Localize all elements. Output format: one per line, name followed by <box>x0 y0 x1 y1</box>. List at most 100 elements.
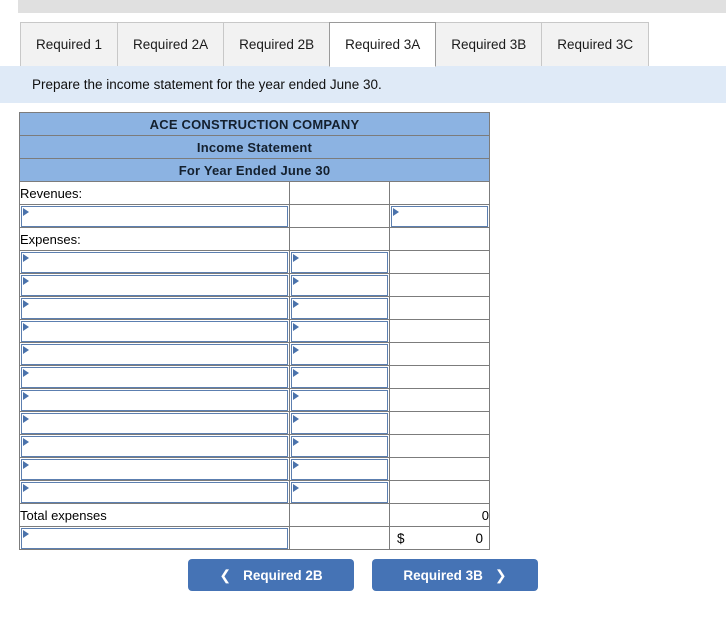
tab-label: Required 3A <box>345 37 421 52</box>
revenue-account-input-1[interactable] <box>21 205 288 227</box>
chevron-right-icon: ❯ <box>494 566 507 583</box>
expense-account-cell-8 <box>19 411 290 435</box>
expense-amount-input-9[interactable] <box>291 435 388 457</box>
expense-col3-cell-10 <box>388 457 491 481</box>
statement-period-cell: For Year Ended June 30 <box>18 158 491 182</box>
expense-account-input-10[interactable] <box>21 458 288 480</box>
net-income-value-cell: $ 0 <box>388 526 491 550</box>
expense-account-input-1[interactable] <box>21 251 288 273</box>
expense-amount-input-7[interactable] <box>291 389 388 411</box>
expense-account-cell-11 <box>19 480 290 504</box>
expense-account-input-11[interactable] <box>21 481 288 503</box>
expense-amount-input-4[interactable] <box>291 320 388 342</box>
table-row <box>19 365 491 389</box>
expense-amount-input-1[interactable] <box>291 251 388 273</box>
expense-amount-input-11[interactable] <box>291 481 388 503</box>
expense-account-input-7[interactable] <box>21 389 288 411</box>
top-gray-strip <box>18 0 726 13</box>
revenue-amount-input-1[interactable] <box>391 205 489 227</box>
company-name-cell: ACE CONSTRUCTION COMPANY <box>18 112 491 136</box>
expense-col3-cell-6 <box>388 365 491 389</box>
expense-col3-cell-11 <box>388 480 491 504</box>
tab-bar-filler <box>648 22 726 67</box>
expenses-section-row: Expenses: <box>19 227 491 251</box>
expense-amount-cell-4 <box>289 319 390 343</box>
tab-required-2a[interactable]: Required 2A <box>117 22 225 67</box>
income-statement-table: ACE CONSTRUCTION COMPANY Income Statemen… <box>18 112 491 550</box>
expense-amount-input-10[interactable] <box>291 458 388 480</box>
table-row <box>19 434 491 458</box>
tab-required-2b[interactable]: Required 2B <box>223 22 331 67</box>
revenues-label-cell: Revenues: <box>19 181 290 205</box>
tab-label: Required 1 <box>36 37 103 52</box>
tab-required-3b[interactable]: Required 3B <box>435 22 543 67</box>
tab-required-1[interactable]: Required 1 <box>20 22 119 67</box>
expense-account-input-2[interactable] <box>21 274 288 296</box>
expense-account-input-6[interactable] <box>21 366 288 388</box>
table-row <box>19 342 491 366</box>
navigation-bar: ❮ Required 2B Required 3B ❯ <box>0 559 726 591</box>
instruction-banner: Prepare the income statement for the yea… <box>0 66 726 103</box>
prev-requirement-button[interactable]: ❮ Required 2B <box>188 559 354 591</box>
next-button-label: Required 3B <box>403 567 483 583</box>
expense-col3-cell-3 <box>388 296 491 320</box>
expense-amount-cell-11 <box>289 480 390 504</box>
expense-account-input-9[interactable] <box>21 435 288 457</box>
expense-account-input-3[interactable] <box>21 297 288 319</box>
net-income-label-input[interactable] <box>21 527 288 549</box>
revenue-col2-cell-1 <box>289 204 390 228</box>
expense-amount-input-6[interactable] <box>291 366 388 388</box>
tab-label: Required 2B <box>239 37 315 52</box>
revenues-section-row: Revenues: <box>19 181 491 205</box>
prev-button-label: Required 2B <box>243 567 323 583</box>
requirement-tab-bar: Required 1 Required 2A Required 2B Requi… <box>0 21 726 67</box>
expense-col3-cell-9 <box>388 434 491 458</box>
revenues-label-col3 <box>388 181 491 205</box>
revenues-label-col2 <box>289 181 390 205</box>
expense-amount-input-5[interactable] <box>291 343 388 365</box>
next-requirement-button[interactable]: Required 3B ❯ <box>372 559 538 591</box>
expense-col3-cell-1 <box>388 250 491 274</box>
expense-account-cell-2 <box>19 273 290 297</box>
net-income-currency-symbol: $ <box>397 530 405 546</box>
expense-account-input-4[interactable] <box>21 320 288 342</box>
expense-col3-cell-7 <box>388 388 491 412</box>
expenses-label-col2 <box>289 227 390 251</box>
expense-account-input-8[interactable] <box>21 412 288 434</box>
expense-amount-cell-9 <box>289 434 390 458</box>
table-row <box>19 411 491 435</box>
expense-col3-cell-8 <box>388 411 491 435</box>
net-income-label-cell <box>19 526 290 550</box>
expense-account-cell-9 <box>19 434 290 458</box>
expense-amount-cell-1 <box>289 250 390 274</box>
table-row <box>19 273 491 297</box>
expense-account-cell-5 <box>19 342 290 366</box>
expense-amount-input-2[interactable] <box>291 274 388 296</box>
net-income-col2 <box>289 526 390 550</box>
expense-account-cell-4 <box>19 319 290 343</box>
total-expenses-value-cell: 0 <box>388 503 491 527</box>
total-expenses-col2 <box>289 503 390 527</box>
total-expenses-row: Total expenses 0 <box>19 503 491 527</box>
tab-label: Required 3B <box>451 37 527 52</box>
expenses-label-cell: Expenses: <box>19 227 290 251</box>
tab-required-3c[interactable]: Required 3C <box>541 22 650 67</box>
expenses-label-col3 <box>388 227 491 251</box>
expense-account-input-5[interactable] <box>21 343 288 365</box>
expense-amount-cell-2 <box>289 273 390 297</box>
expense-amount-cell-6 <box>289 365 390 389</box>
expense-amount-input-8[interactable] <box>291 412 388 434</box>
statement-body: ACE CONSTRUCTION COMPANY Income Statemen… <box>18 112 491 550</box>
expense-amount-cell-10 <box>289 457 390 481</box>
expense-account-cell-3 <box>19 296 290 320</box>
tab-required-3a[interactable]: Required 3A <box>329 22 437 67</box>
statement-title-cell: Income Statement <box>18 135 491 159</box>
statement-header-period-row: For Year Ended June 30 <box>18 158 491 182</box>
expense-amount-cell-3 <box>289 296 390 320</box>
total-expenses-label-cell: Total expenses <box>19 503 290 527</box>
expense-account-cell-6 <box>19 365 290 389</box>
tab-label: Required 3C <box>557 37 634 52</box>
instruction-text: Prepare the income statement for the yea… <box>32 77 382 92</box>
expense-amount-input-3[interactable] <box>291 297 388 319</box>
expense-amount-cell-8 <box>289 411 390 435</box>
